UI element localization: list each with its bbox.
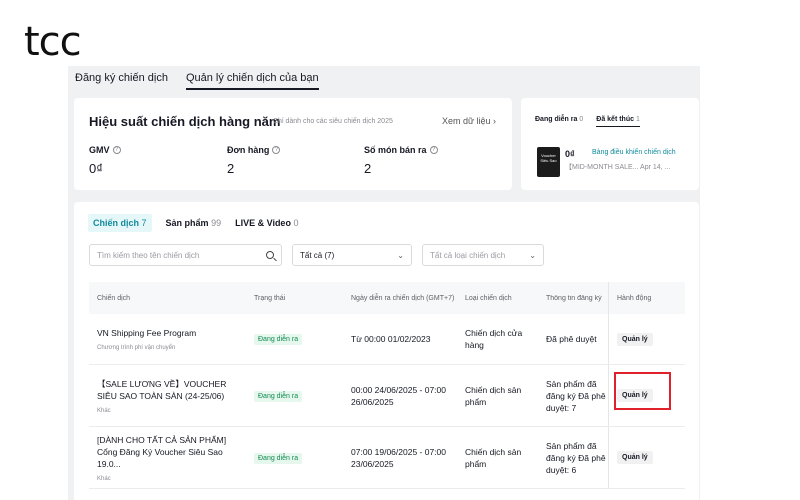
campaign-sub: Chương trình phí vận chuyển: [97, 345, 176, 351]
col-type: Loại chiến dịch: [465, 294, 512, 302]
campaign-thumbnail: Voucher Siêu Sao: [537, 147, 560, 177]
side-campaign-name: 【MID-MONTH SALE... Apr 14, ...: [565, 164, 671, 171]
campaign-dashboard-link[interactable]: Bảng điều khiển chiến dịch: [592, 149, 676, 156]
col-status: Trạng thái: [254, 294, 286, 302]
manage-button[interactable]: Quản lý: [617, 451, 653, 464]
stat-label: Số món bán ra: [364, 145, 427, 155]
status-badge: Đang diễn ra: [254, 334, 303, 345]
help-icon[interactable]: ?: [429, 146, 438, 154]
search-placeholder: Tìm kiếm theo tên chiến dịch: [97, 250, 200, 260]
campaign-type: Chiến dịch cửa hàng: [465, 328, 523, 350]
stat-label: Đơn hàng: [227, 145, 270, 155]
campaign-list-card: Chiến dịch 7 Sản phẩm 99 LIVE & Video 0 …: [74, 202, 699, 500]
registration-info: Đã phê duyệt: [546, 334, 597, 344]
help-icon[interactable]: ?: [112, 146, 121, 154]
tab-manage-campaign[interactable]: Quản lý chiến dịch của bạn: [185, 72, 319, 90]
campaign-name[interactable]: 【SALE LƯƠNG VỀ】VOUCHER SIÊU SAO TOÀN SÀN…: [97, 378, 246, 402]
stat-value: 0₫: [89, 161, 103, 176]
thumbnail-text: Voucher Siêu Sao: [540, 153, 557, 163]
table-row[interactable]: 【SALE LƯƠNG VỀ】VOUCHER SIÊU SAO TOÀN SÀN…: [89, 365, 685, 427]
campaign-date: Từ 00:00 01/02/2023: [351, 334, 431, 344]
campaign-table: Chiến dịch Trạng thái Ngày diễn ra chiến…: [89, 282, 685, 489]
tab-ended[interactable]: Đã kết thúc 1: [596, 116, 640, 127]
view-data-link[interactable]: Xem dữ liệu ›: [442, 116, 496, 126]
seller-center-panel: Đăng ký chiến dịch Quản lý chiến dịch củ…: [68, 66, 700, 500]
perf-subtitle: Chỉ dành cho các siêu chiến dịch 2025: [273, 118, 393, 125]
search-input[interactable]: Tìm kiếm theo tên chiến dịch: [89, 244, 282, 266]
view-data-label: Xem dữ liệu: [441, 116, 491, 126]
tab-live-video[interactable]: LIVE & Video 0: [235, 218, 298, 228]
status-select[interactable]: Tất cả (7) ⌄: [292, 244, 412, 266]
content-tabs: Chiến dịch 7 Sản phẩm 99 LIVE & Video 0: [88, 214, 298, 232]
col-registration: Thông tin đăng ký: [546, 294, 602, 302]
tcc-logo: tcc: [24, 19, 82, 65]
tab-campaigns[interactable]: Chiến dịch 7: [88, 214, 152, 232]
tab-products[interactable]: Sản phẩm 99: [166, 218, 222, 228]
stat-value: 2: [364, 161, 372, 176]
stat-value: 2: [227, 161, 235, 176]
campaign-type-select[interactable]: Tất cả loại chiến dịch ⌄: [422, 244, 544, 266]
campaign-sub: Khác: [97, 475, 111, 482]
annual-performance-card: Hiệu suất chiến dịch hàng năm Chỉ dành c…: [74, 98, 512, 190]
help-icon[interactable]: ?: [272, 146, 281, 154]
campaign-type: Chiến dịch sản phẩm: [465, 446, 522, 469]
col-date: Ngày diễn ra chiến dịch (GMT+7): [351, 294, 455, 302]
stat-label: GMV: [89, 145, 110, 155]
stat-orders: Đơn hàng? 2: [227, 145, 281, 176]
col-action: Hành động: [608, 282, 685, 314]
top-tabs: Đăng ký chiến dịch Quản lý chiến dịch củ…: [75, 72, 319, 90]
table-header: Chiến dịch Trạng thái Ngày diễn ra chiến…: [89, 282, 685, 314]
campaign-name[interactable]: [DÀNH CHO TẤT CẢ SẢN PHẨM] Cổng Đăng Ký …: [97, 434, 246, 470]
tab-ongoing[interactable]: Đang diễn ra 0: [535, 116, 583, 127]
campaign-name[interactable]: VN Shipping Fee Program: [97, 327, 246, 339]
campaign-type: Chiến dịch sản phẩm: [465, 384, 522, 407]
status-badge: Đang diễn ra: [254, 452, 303, 464]
campaign-sub: Khác: [97, 407, 111, 414]
tab-register-campaign[interactable]: Đăng ký chiến dịch: [75, 72, 168, 90]
table-row[interactable]: VN Shipping Fee Program Chương trình phí …: [89, 314, 685, 365]
manage-button[interactable]: Quản lý: [617, 332, 653, 346]
status-select-value: Tất cả (7): [300, 250, 335, 260]
campaign-type-placeholder: Tất cả loại chiến dịch: [430, 250, 506, 260]
campaign-date: 00:00 24/06/2025 - 07:00 26/06/2025: [351, 384, 446, 407]
table-row[interactable]: [DÀNH CHO TẤT CẢ SẢN PHẨM] Cổng Đăng Ký …: [89, 427, 685, 489]
registration-info: Sản phẩm đã đăng ký Đã phê duyệt: 7: [546, 378, 606, 413]
chevron-down-icon: ⌄: [397, 250, 404, 260]
registration-info: Sản phẩm đã đăng ký Đã phê duyệt: 6: [546, 440, 606, 475]
side-gmv-value: 0₫: [565, 149, 575, 159]
status-tabs: Đang diễn ra 0 Đã kết thúc 1: [535, 116, 640, 127]
col-campaign: Chiến dịch: [97, 294, 131, 302]
highlight-box: [614, 372, 671, 410]
campaign-date: 07:00 19/06/2025 - 07:00 23/06/2025: [351, 446, 446, 469]
status-badge: Đang diễn ra: [254, 390, 303, 402]
chevron-right-icon: ›: [493, 116, 496, 126]
perf-title: Hiệu suất chiến dịch hàng năm: [89, 114, 281, 129]
chevron-down-icon: ⌄: [529, 250, 536, 260]
search-icon[interactable]: [266, 251, 274, 259]
stat-items-sold: Số món bán ra? 2: [364, 145, 438, 176]
stat-gmv: GMV? 0₫: [89, 145, 121, 176]
